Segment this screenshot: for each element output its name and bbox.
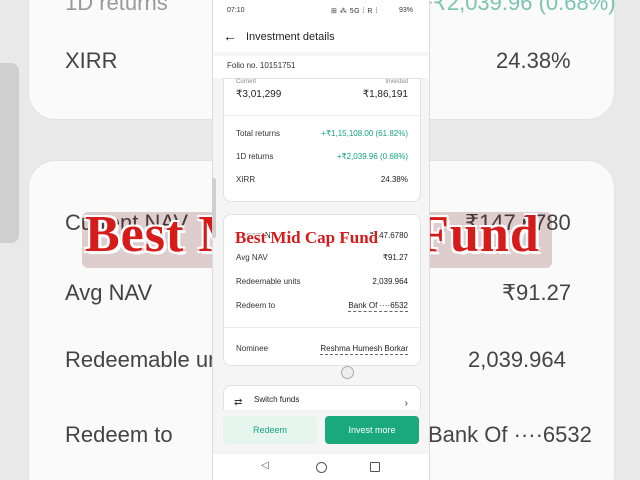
background-returns-label: 1D returns <box>65 0 168 15</box>
page-title: Investment details <box>246 31 335 43</box>
current-value: ₹3,01,299 <box>236 89 282 100</box>
bottom-actions: Redeem Invest more <box>213 410 429 454</box>
swap-arrows-icon: ⇄ <box>234 397 243 408</box>
current-label: Current <box>236 79 257 85</box>
folio-number: Folio no. 10151751 <box>227 61 296 70</box>
invest-more-button[interactable]: Invest more <box>325 416 419 444</box>
avg-nav-label: Avg NAV <box>236 253 268 262</box>
background-xirr-label: XIRR <box>65 48 118 73</box>
xirr-label: XIRR <box>236 175 256 184</box>
system-nav-bar: ◁ <box>213 454 429 480</box>
nav-divider <box>224 327 420 328</box>
nominee-label: Nominee <box>236 344 269 353</box>
scroll-indicator <box>341 366 354 379</box>
chevron-right-icon: › <box>404 398 408 409</box>
background-redeem-to-label: Redeem to <box>65 422 173 447</box>
nav-home-icon[interactable] <box>316 462 327 473</box>
background-redeem-to-value: Bank Of ····6532 <box>428 422 592 447</box>
redeemable-units-label: Redeemable units <box>236 277 301 286</box>
invested-value: ₹1,86,191 <box>362 89 408 100</box>
background-side-tab <box>0 63 19 243</box>
nav-recents-icon[interactable] <box>370 462 380 472</box>
overlay-banner-text: Best Mid Cap Fund <box>235 228 379 247</box>
background-avg-nav-value: ₹91.27 <box>502 280 572 305</box>
status-bar: 07:10 ⊞ ⁂ 5G ⁞ R ⁞ 93% <box>213 0 429 22</box>
phone-screen: 07:10 ⊞ ⁂ 5G ⁞ R ⁞ 93% ← Investment deta… <box>212 0 430 480</box>
redeemable-units-value: 2,039.964 <box>372 277 408 286</box>
app-header: ← Investment details <box>213 22 429 52</box>
total-returns-value: +₹1,15,108.00 (61.82%) <box>321 129 408 138</box>
returns-card: Current ₹3,01,299 Invested ₹1,86,191 Tot… <box>223 78 421 202</box>
background-returns-value: +₹2,039.96 (0.68%) <box>420 0 616 15</box>
one-day-returns-value: +₹2,039.96 (0.68%) <box>336 152 408 161</box>
background-xirr-value: 24.38% <box>496 48 571 73</box>
redeem-button[interactable]: Redeem <box>223 416 317 444</box>
scrollbar-thumb[interactable] <box>212 178 216 238</box>
xirr-value: 24.38% <box>380 175 408 184</box>
back-arrow-icon[interactable]: ← <box>223 28 237 44</box>
redeem-to-bank[interactable]: Bank Of ····6532 <box>348 301 408 312</box>
background-avg-nav-label: Avg NAV <box>65 280 153 305</box>
card-divider <box>224 115 420 116</box>
folio-row: Folio no. 10151751 <box>213 56 429 78</box>
avg-nav-value: ₹91.27 <box>382 253 408 262</box>
total-returns-label: Total returns <box>236 129 281 138</box>
battery-level: 93% <box>399 7 414 14</box>
redeem-to-label: Redeem to <box>236 301 276 310</box>
status-time: 07:10 <box>227 7 245 14</box>
invested-label: Invested <box>385 79 408 85</box>
nominee-value[interactable]: Reshma Humesh Borkar <box>320 344 408 355</box>
one-day-returns-label: 1D returns <box>236 152 274 161</box>
background-redeemable-value: 2,039.964 <box>468 347 566 372</box>
status-icons: ⊞ ⁂ 5G ⁞ R ⁞ <box>331 8 378 15</box>
nav-back-icon[interactable]: ◁ <box>261 460 269 471</box>
switch-funds-label: Switch funds <box>254 395 300 404</box>
